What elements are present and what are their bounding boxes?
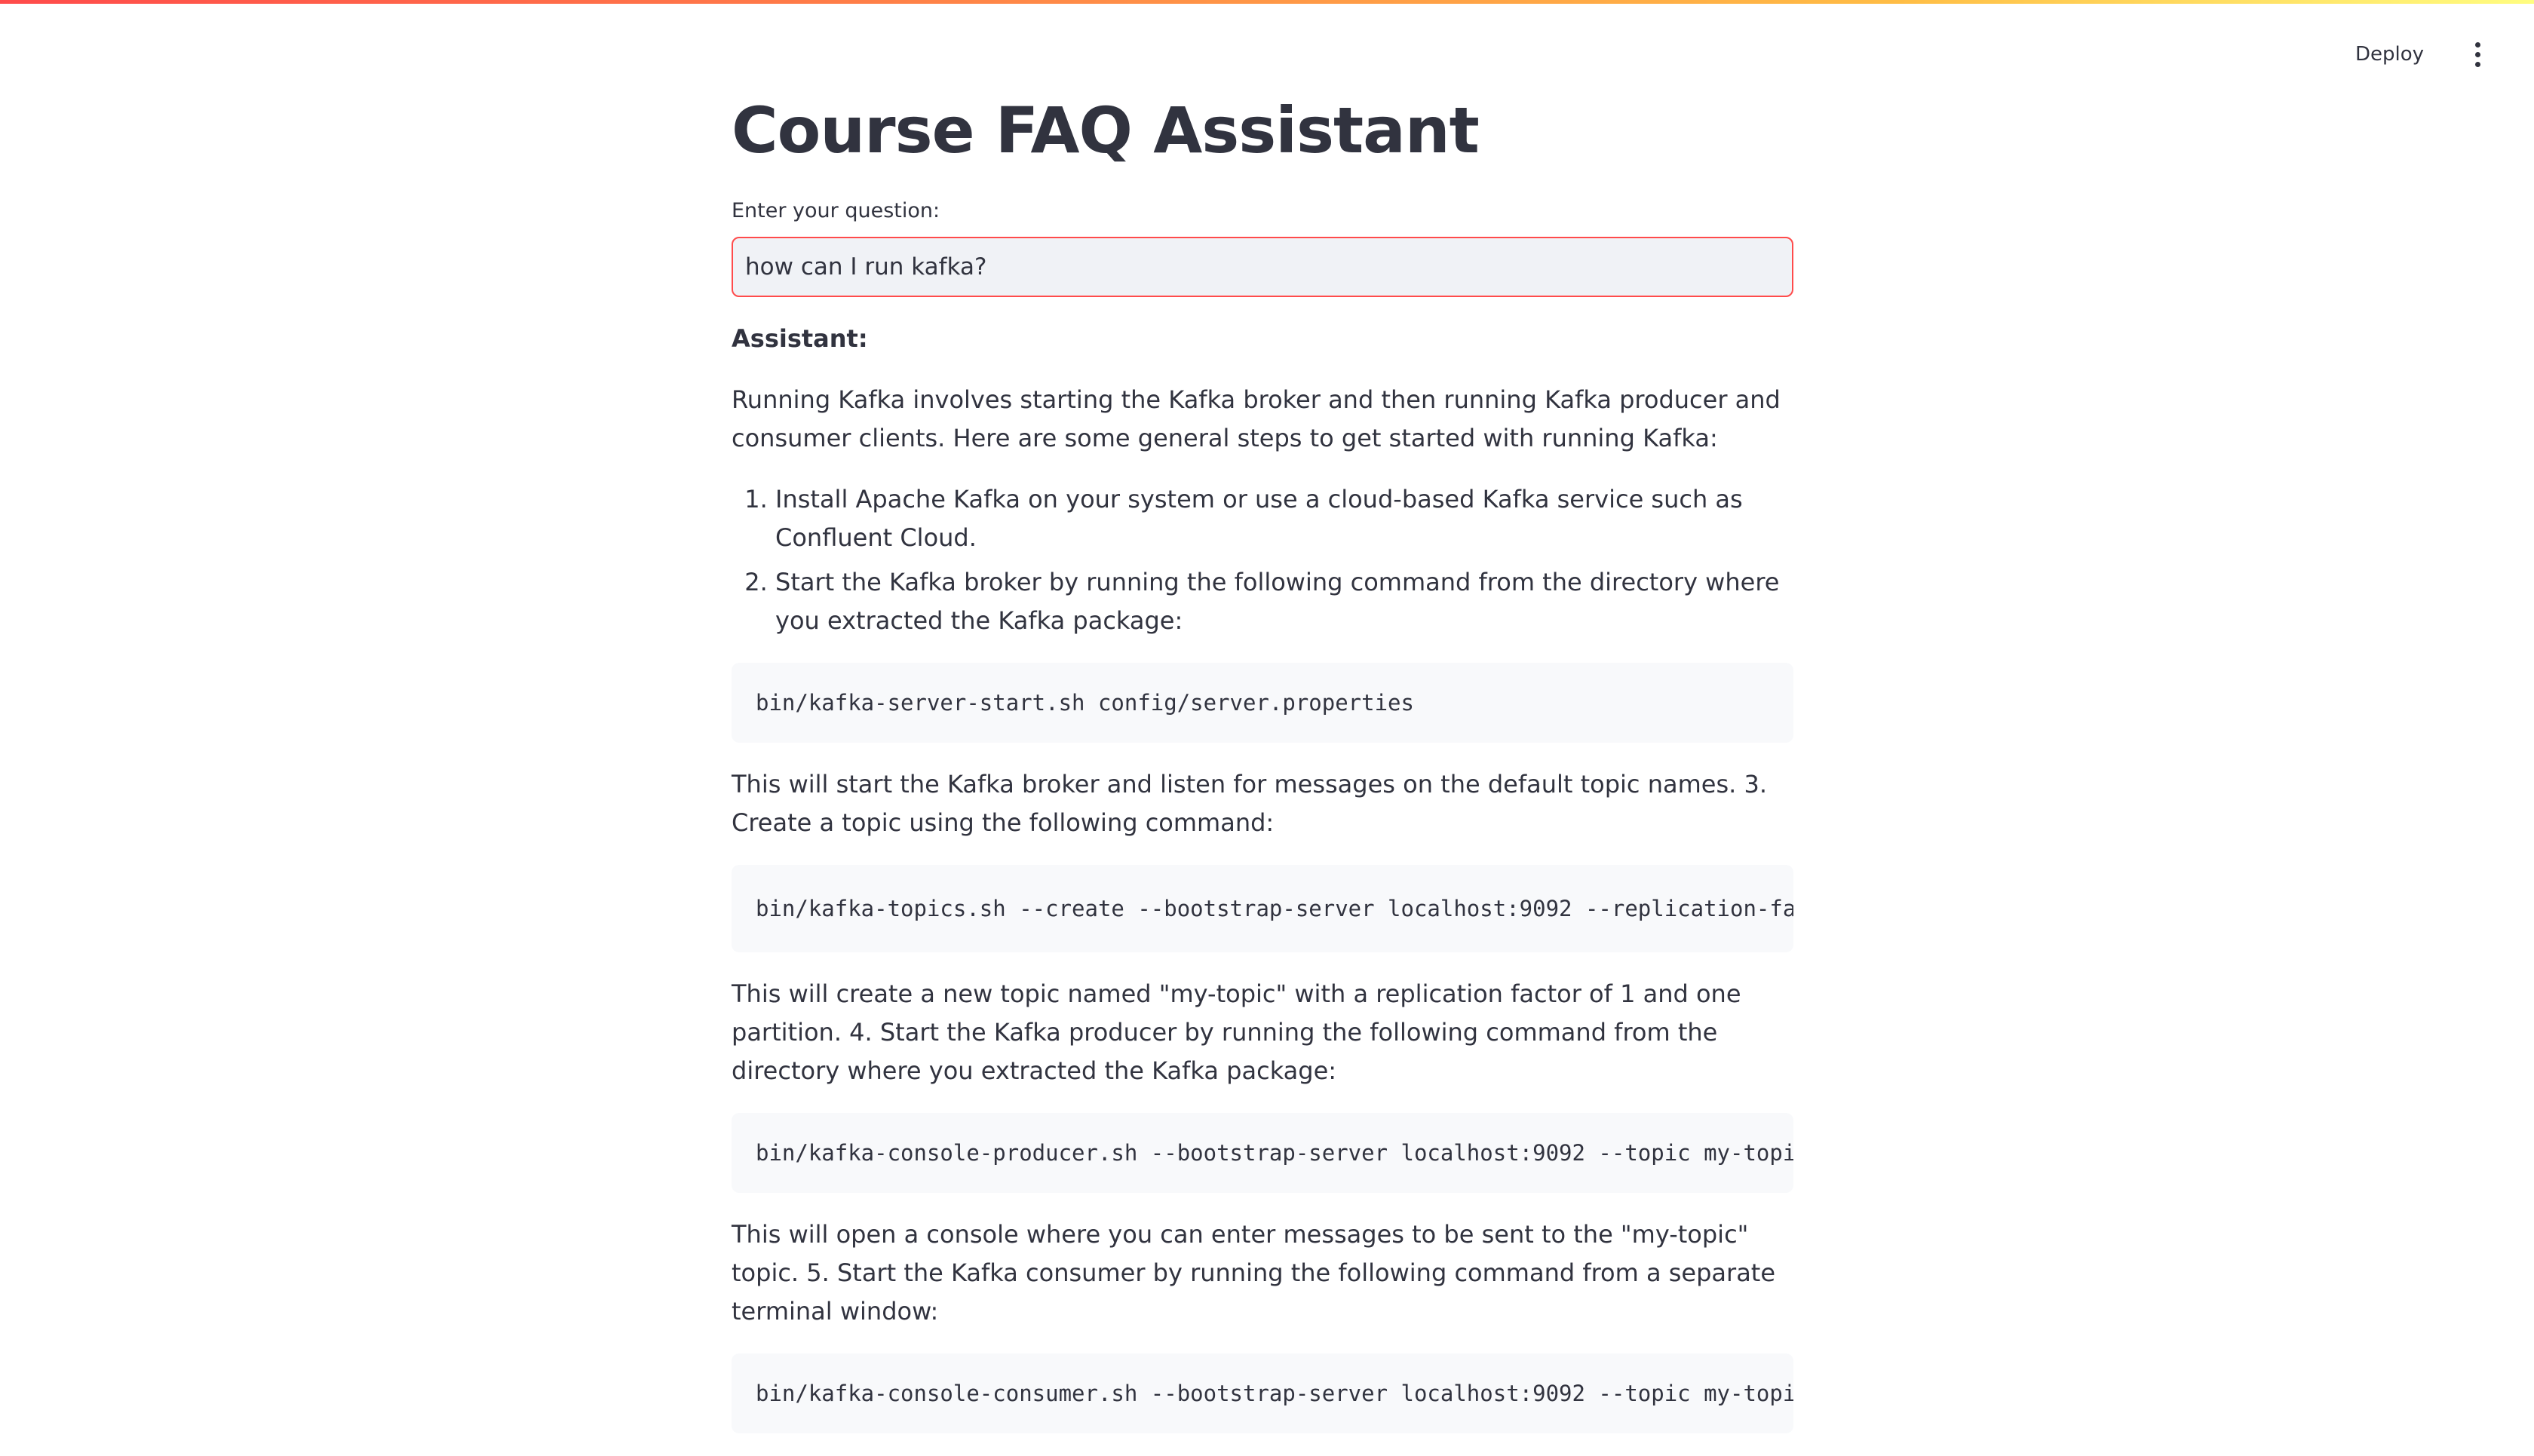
answer-paragraph: This will start the Kafka broker and lis…	[732, 770, 1767, 837]
steps-list: Install Apache Kafka on your system or u…	[732, 480, 1793, 640]
list-item: Install Apache Kafka on your system or u…	[775, 480, 1793, 557]
deploy-button[interactable]: Deploy	[2340, 35, 2439, 73]
assistant-label: Assistant:	[732, 324, 868, 353]
content-area: Enter your question: Assistant: Running …	[732, 195, 1793, 1456]
answer-intro: Running Kafka involves starting the Kafk…	[732, 385, 1781, 452]
list-item: Start the Kafka broker by running the fo…	[775, 563, 1793, 640]
code-block-producer: bin/kafka-console-producer.sh --bootstra…	[732, 1113, 1793, 1193]
answer-paragraph: This will create a new topic named "my-t…	[732, 979, 1741, 1085]
app-toolbar: Deploy	[2340, 32, 2489, 77]
top-decoration-bar	[0, 0, 2534, 4]
page-title: Course FAQ Assistant	[732, 93, 1480, 167]
vertical-ellipsis-icon[interactable]	[2466, 32, 2489, 77]
menu-dot	[2474, 41, 2480, 48]
question-label: Enter your question:	[732, 199, 940, 222]
code-block-consumer: bin/kafka-console-consumer.sh --bootstra…	[732, 1353, 1793, 1433]
code-block-server-start: bin/kafka-server-start.sh config/server.…	[732, 663, 1793, 743]
question-input[interactable]	[732, 237, 1793, 297]
menu-dot	[2474, 51, 2480, 57]
assistant-answer: Assistant: Running Kafka involves starti…	[732, 320, 1793, 1433]
code-block-create-topic[interactable]: bin/kafka-topics.sh --create --bootstrap…	[732, 865, 1793, 952]
answer-paragraph: This will open a console where you can e…	[732, 1220, 1776, 1326]
menu-dot	[2474, 61, 2480, 67]
